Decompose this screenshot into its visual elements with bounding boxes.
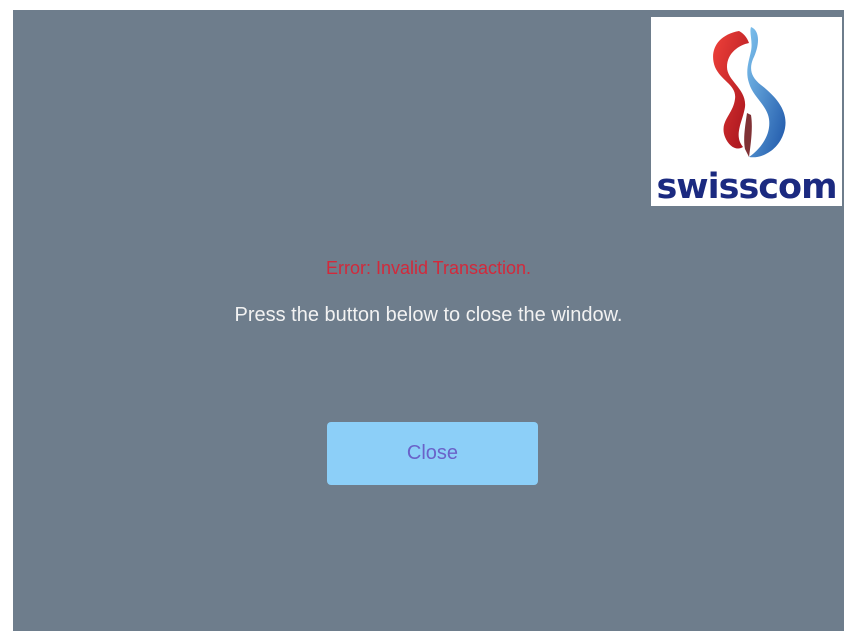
swisscom-logo-icon [713,27,786,158]
info-message: Press the button below to close the wind… [234,304,623,326]
swisscom-logo: swisscom [651,17,842,206]
error-message: Error: Invalid Transaction. [325,258,532,278]
logo-wordmark: swisscom [656,167,837,206]
close-button[interactable]: Close [327,422,538,485]
